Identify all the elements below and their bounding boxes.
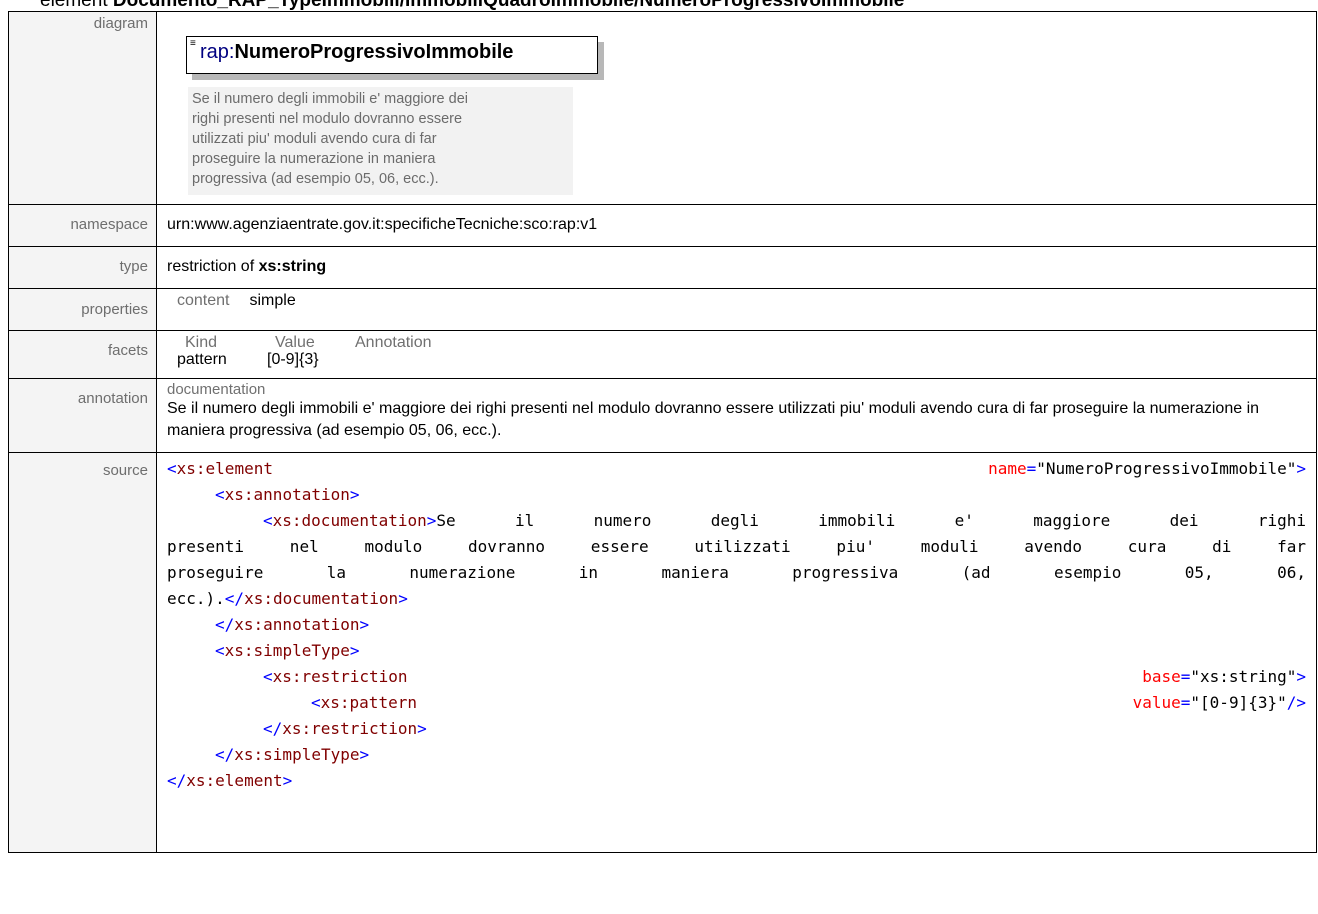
row-annotation: annotation documentation Se il numero de… (8, 378, 1317, 453)
row-namespace: namespace urn:www.agenziaentrate.gov.it:… (8, 204, 1317, 247)
note-line: righi presenti nel modulo dovranno esser… (192, 111, 463, 127)
facet-header-value: Value (275, 334, 315, 351)
src-tag: xs:annotation (234, 615, 360, 634)
label-type: type (8, 246, 157, 289)
type-value: restriction of xs:string (156, 246, 1317, 289)
src-tag: xs:annotation (224, 485, 350, 504)
element-box[interactable]: ≡ rap:NumeroProgressivoImmobile (186, 36, 598, 74)
note-line: Se il numero degli immobili e' maggiore … (192, 91, 468, 107)
title-path: Documento_RAP_TypeImmobili/ImmobiliQuadr… (112, 0, 905, 11)
annotation-heading: documentation (167, 381, 266, 398)
note-line: utilizzati piu' moduli avendo cura di fa… (192, 131, 437, 147)
element-prefix: rap: (200, 41, 235, 63)
note-line: proseguire la numerazione in maniera (192, 151, 436, 167)
src-line: presenti nel modulo dovranno essere util… (167, 534, 1306, 560)
src-line: </xs:restriction > (167, 716, 1306, 742)
annotation-text: Se il numero degli immobili e' maggiore … (167, 400, 1260, 439)
note-line: progressiva (ad esempio 05, 06, ecc.). (192, 171, 439, 187)
source-code: < xs:element name = "NumeroProgressivoImmobi… (156, 452, 1317, 853)
src-line: < xs:annotation > (167, 482, 1306, 508)
facet-header-annotation: Annotation (355, 334, 432, 351)
src-tag: xs:element (186, 771, 283, 790)
src-attr: name (988, 459, 1027, 478)
src-tag: xs:documentation (244, 589, 399, 608)
label-source: source (8, 452, 157, 853)
properties-val: simple (249, 292, 296, 309)
row-properties: properties content simple (8, 288, 1317, 331)
src-text: Se il numero degli immobili e' maggiore … (436, 511, 1306, 530)
src-text: presenti nel modulo dovranno essere util… (167, 537, 1306, 556)
properties-value: content simple (156, 288, 1317, 331)
src-tag: xs:documentation (272, 511, 427, 530)
element-diagram: ≡ rap:NumeroProgressivoImmobile Se il nu… (167, 15, 1306, 201)
row-diagram: diagram ≡ rap:NumeroProgressivoImmobile … (8, 11, 1317, 205)
src-line: < xs:documentation > Se il numero degli imm… (167, 508, 1306, 534)
row-type: type restriction of xs:string (8, 246, 1317, 289)
src-val: "NumeroProgressivoImmobile" (1036, 459, 1297, 478)
src-val: "[0-9]{3}" (1190, 693, 1287, 712)
type-base: xs:string (258, 258, 327, 275)
src-line: < xs:element name = "NumeroProgressivoImmobi… (167, 456, 1306, 482)
src-tag: xs:simpleType (234, 745, 360, 764)
src-line: < xs:restriction base = "xs:string" > (167, 664, 1306, 690)
properties-key: content (177, 292, 230, 309)
label-diagram: diagram (8, 11, 157, 205)
src-line: </xs:element > (167, 768, 1306, 794)
facets-table: Kind Value Annotation pattern [0-9]{3} (156, 330, 1317, 379)
src-attr: base (1142, 667, 1181, 686)
label-properties: properties (8, 288, 157, 331)
element-name: rap:NumeroProgressivoImmobile (200, 41, 513, 64)
annotation-value: documentation Se il numero degli immobil… (156, 378, 1317, 453)
label-facets: facets (8, 330, 157, 379)
src-tag: xs:pattern (320, 693, 417, 712)
label-namespace: namespace (8, 204, 157, 247)
facet-value: [0-9]{3} (267, 351, 319, 368)
src-val: "xs:string" (1190, 667, 1297, 686)
src-tag: xs:restriction (272, 667, 408, 686)
label-annotation: annotation (8, 378, 157, 453)
src-line: </xs:simpleType > (167, 742, 1306, 768)
src-tag: xs:element (176, 459, 273, 478)
element-doc-table: diagram ≡ rap:NumeroProgressivoImmobile … (8, 11, 1317, 853)
row-source: source < xs:element name = "NumeroProgressiv… (8, 452, 1317, 853)
src-tag: xs:restriction (282, 719, 418, 738)
src-line: </xs:annotation > (167, 612, 1306, 638)
src-tag: xs:simpleType (224, 641, 350, 660)
src-line: < xs:simpleType > (167, 638, 1306, 664)
element-annotation-note: Se il numero degli immobili e' maggiore … (188, 87, 573, 195)
namespace-value: urn:www.agenziaentrate.gov.it:specifiche… (156, 204, 1317, 247)
src-text: ecc.). (167, 589, 225, 608)
diagram-cell: ≡ rap:NumeroProgressivoImmobile Se il nu… (156, 11, 1317, 205)
type-prefix: restriction of (167, 258, 255, 275)
src-line: < xs:pattern value = "[0-9]{3}"/> (167, 690, 1306, 716)
facet-kind: pattern (177, 351, 227, 368)
element-lines-icon: ≡ (190, 38, 196, 49)
src-attr: value (1132, 693, 1181, 712)
title-kind: element (40, 0, 108, 11)
src-line: proseguire la numerazione in maniera pro… (167, 560, 1306, 586)
facet-header-kind: Kind (185, 334, 218, 351)
src-text: proseguire la numerazione in maniera pro… (167, 563, 1306, 582)
element-local-name: NumeroProgressivoImmobile (234, 41, 514, 63)
row-facets: facets Kind Value Annotation pattern [0-… (8, 330, 1317, 379)
src-line: ecc.). </xs:documentation > (167, 586, 1306, 612)
